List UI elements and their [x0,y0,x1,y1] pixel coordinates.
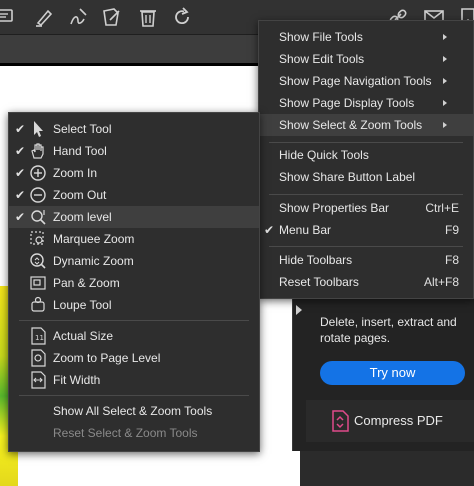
submenu-arrow-icon [443,34,447,40]
submenu-item-fit-width[interactable]: Fit Width [9,369,259,391]
panel-description: Delete, insert, extract and rotate pages… [320,315,457,345]
hand-icon [29,142,47,160]
pan-zoom-icon [29,274,47,292]
menu-item-hide-quick-tools[interactable]: Hide Quick Tools [259,144,473,166]
comment-icon[interactable] [0,5,18,29]
submenu-item-marquee-zoom[interactable]: Marquee Zoom [9,228,259,250]
submenu-item-zoom-level[interactable]: ✔ Zoom level [9,206,259,228]
zoom-out-icon [29,186,47,204]
submenu-arrow-icon [443,56,447,62]
menu-item-reset-toolbars[interactable]: Reset Toolbars Alt+F8 [259,271,473,293]
submenu-item-select-tool[interactable]: ✔ Select Tool [9,118,259,140]
menu-item-show-page-display-tools[interactable]: Show Page Display Tools [259,92,473,114]
submenu-arrow-icon [443,100,447,106]
fit-width-icon [29,371,47,389]
submenu-item-actual-size[interactable]: 11 Actual Size [9,325,259,347]
menu-item-show-select-zoom-tools[interactable]: Show Select & Zoom Tools [259,114,473,136]
checkmark-icon: ✔ [264,223,275,237]
menu-item-show-properties-bar[interactable]: Show Properties Bar Ctrl+E [259,197,473,219]
select-arrow-icon [29,120,47,138]
submenu-item-loupe-tool[interactable]: Loupe Tool [9,294,259,316]
menu-item-show-edit-tools[interactable]: Show Edit Tools [259,48,473,70]
submenu-item-pan-zoom[interactable]: Pan & Zoom [9,272,259,294]
menu-item-menu-bar[interactable]: ✔ Menu Bar F9 [259,219,473,241]
submenu-arrow-icon [443,122,447,128]
menu-separator [269,142,463,143]
menu-separator [269,246,463,247]
menu-item-show-file-tools[interactable]: Show File Tools [259,26,473,48]
menu-item-show-share-button-label[interactable]: Show Share Button Label [259,166,473,188]
draw-icon[interactable] [66,5,90,29]
select-zoom-submenu: ✔ Select Tool ✔ Hand Tool ✔ Zoom In ✔ Zo… [8,112,260,452]
submenu-item-zoom-out[interactable]: ✔ Zoom Out [9,184,259,206]
menu-item-show-page-navigation-tools[interactable]: Show Page Navigation Tools [259,70,473,92]
zoom-level-icon [29,208,47,226]
zoom-page-icon [29,349,47,367]
edit-icon[interactable] [100,5,124,29]
checkmark-icon: ✔ [15,122,26,136]
checkmark-icon: ✔ [15,144,26,158]
delete-icon[interactable] [136,5,160,29]
checkmark-icon: ✔ [15,188,26,202]
compress-pdf-tool[interactable]: Compress PDF [306,400,474,442]
try-now-button[interactable]: Try now [320,361,465,385]
dynamic-zoom-icon [29,252,47,270]
checkmark-icon: ✔ [15,166,26,180]
menu-separator [269,194,463,195]
redo-icon[interactable] [170,5,194,29]
marquee-zoom-icon [29,230,47,248]
submenu-item-reset-select-zoom-tools: Reset Select & Zoom Tools [53,426,198,440]
menu-separator [19,395,249,396]
zoom-in-icon [29,164,47,182]
submenu-item-zoom-to-page-level[interactable]: Zoom to Page Level [9,347,259,369]
compress-pdf-label: Compress PDF [354,413,443,428]
view-toolbars-menu: Show File Tools Show Edit Tools Show Pag… [258,20,474,299]
highlight-icon[interactable] [32,5,56,29]
submenu-arrow-icon [443,78,447,84]
submenu-item-dynamic-zoom[interactable]: Dynamic Zoom [9,250,259,272]
expand-arrow-icon[interactable] [296,305,302,315]
actual-size-icon: 11 [29,327,47,345]
submenu-item-zoom-in[interactable]: ✔ Zoom In [9,162,259,184]
menu-item-hide-toolbars[interactable]: Hide Toolbars F8 [259,249,473,271]
checkmark-icon: ✔ [15,210,26,224]
submenu-item-show-all-select-zoom-tools[interactable]: Show All Select & Zoom Tools [9,400,259,422]
submenu-item-hand-tool[interactable]: ✔ Hand Tool [9,140,259,162]
svg-text:11: 11 [35,334,44,342]
menu-separator [19,320,249,321]
loupe-icon [29,296,47,314]
compress-pdf-icon [330,410,350,432]
